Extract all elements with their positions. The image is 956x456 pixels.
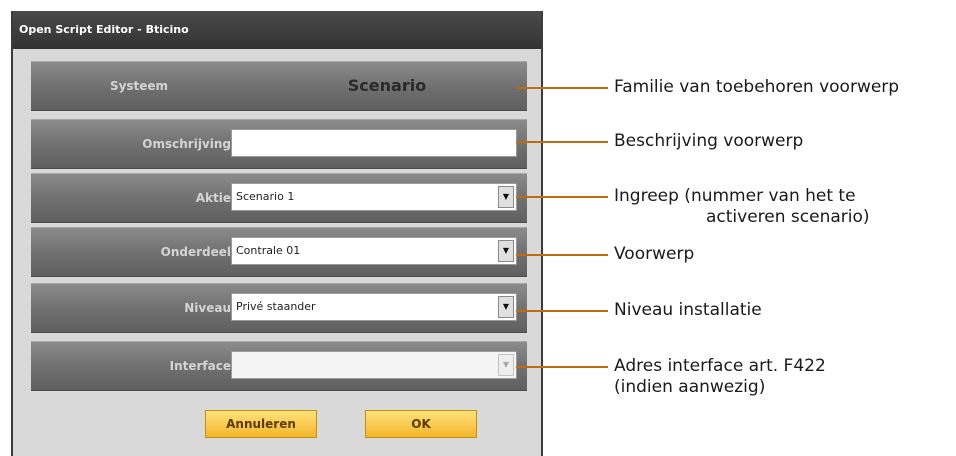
callout-line-niveau <box>516 310 608 312</box>
interface-label: Interface <box>169 359 231 373</box>
niveau-value: Privé staander <box>236 300 316 313</box>
aktie-label: Aktie <box>195 191 231 205</box>
omschrijving-input[interactable] <box>231 129 517 157</box>
interface-select[interactable]: ▼ <box>231 351 517 379</box>
omschrijving-label: Omschrijving <box>142 137 231 151</box>
callout-adres-line2: (indien aanwezig) <box>614 377 766 397</box>
niveau-select[interactable]: Privé staander ▼ <box>231 293 517 321</box>
aktie-value: Scenario 1 <box>236 190 295 203</box>
onderdeel-select[interactable]: Contrale 01 ▼ <box>231 237 517 265</box>
systeem-label: Systeem <box>109 79 169 93</box>
row-aktie: Aktie Scenario 1 ▼ <box>31 173 527 223</box>
callout-line-ingreep <box>516 196 608 198</box>
callout-ingreep: Ingreep (nummer van het te activeren sce… <box>614 186 870 228</box>
script-editor-dialog: Open Script Editor - Bticino Systeem Sce… <box>11 11 543 456</box>
aktie-select[interactable]: Scenario 1 ▼ <box>231 183 517 211</box>
row-niveau: Niveau Privé staander ▼ <box>31 283 527 333</box>
row-systeem: Systeem Scenario <box>31 61 527 111</box>
callout-adres-line1: Adres interface art. F422 <box>614 356 826 376</box>
callout-beschrijving: Beschrijving voorwerp <box>614 131 804 151</box>
callout-ingreep-line1: Ingreep (nummer van het te <box>614 186 856 206</box>
niveau-label: Niveau <box>184 301 231 315</box>
callout-line-familie <box>516 87 608 89</box>
row-omschrijving: Omschrijving <box>31 119 527 169</box>
callout-line-voorwerp <box>516 254 608 256</box>
chevron-down-icon[interactable]: ▼ <box>498 186 514 208</box>
callout-voorwerp: Voorwerp <box>614 244 695 264</box>
systeem-value: Scenario <box>347 76 427 95</box>
chevron-down-icon[interactable]: ▼ <box>498 296 514 318</box>
ok-button[interactable]: OK <box>365 410 477 438</box>
cancel-button[interactable]: Annuleren <box>205 410 317 438</box>
callout-ingreep-line2: activeren scenario) <box>706 207 870 227</box>
callout-familie: Familie van toebehoren voorwerp <box>614 77 900 97</box>
window-title: Open Script Editor - Bticino <box>13 11 541 49</box>
callout-adres: Adres interface art. F422 (indien aanwez… <box>614 356 826 398</box>
row-onderdeel: Onderdeel Contrale 01 ▼ <box>31 227 527 277</box>
callout-niveau: Niveau installatie <box>614 300 762 320</box>
callout-line-adres <box>516 366 608 368</box>
onderdeel-label: Onderdeel <box>160 245 231 259</box>
row-interface: Interface ▼ <box>31 341 527 391</box>
callout-line-beschrijving <box>516 141 608 143</box>
chevron-down-icon[interactable]: ▼ <box>498 354 514 376</box>
onderdeel-value: Contrale 01 <box>236 244 301 257</box>
chevron-down-icon[interactable]: ▼ <box>498 240 514 262</box>
